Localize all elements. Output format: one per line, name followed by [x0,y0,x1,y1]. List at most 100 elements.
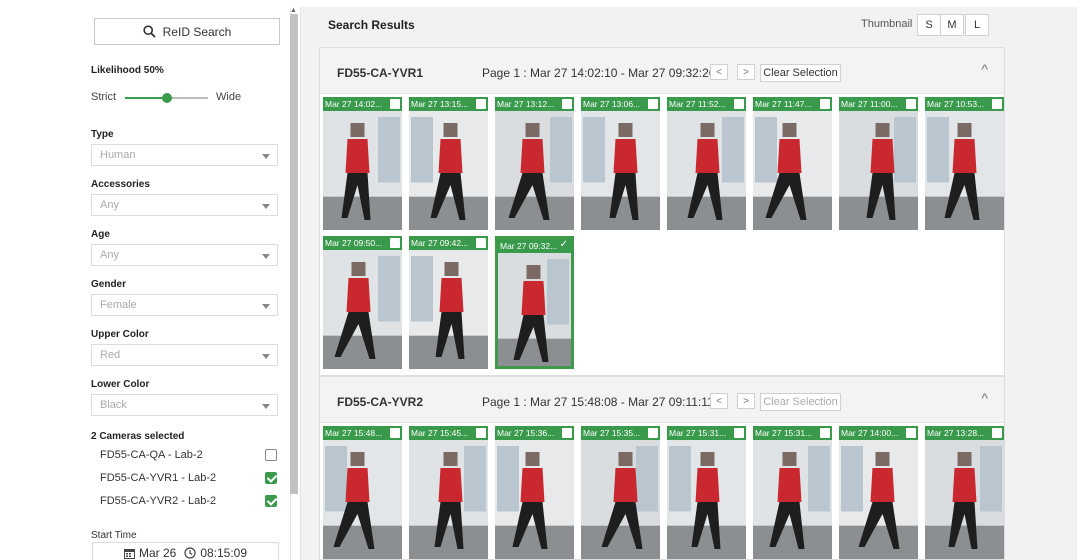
type-dropdown[interactable]: Human [91,144,278,166]
clock-icon [184,547,196,559]
person-image [753,440,832,559]
thumbnail-checkbox[interactable] [390,238,400,248]
upper-color-label: Upper Color [91,329,149,340]
thumbnail-timestamp: Mar 27 11:47... [753,97,832,111]
thumbnail-checkbox[interactable] [734,99,744,109]
thumbnail-checkbox[interactable] [562,428,572,438]
camera-group-fd55-ca-yvr1: FD55-CA-YVR1 Page 1 : Mar 27 14:02:10 - M… [319,47,1005,376]
next-page-button[interactable]: > [737,393,755,409]
thumbnail-timestamp: Mar 27 09:42... [409,236,488,250]
accessories-value: Any [100,199,119,211]
thumbnail-checkbox[interactable] [992,428,1002,438]
chevron-down-icon [262,154,270,159]
check-icon[interactable]: ✓ [560,239,568,252]
result-thumbnail[interactable]: Mar 27 09:50... [323,236,402,369]
thumbnail-timestamp: Mar 27 09:50... [323,236,402,250]
result-thumbnail[interactable]: Mar 27 13:06... [581,97,660,230]
slider-wide-label: Wide [216,91,242,103]
collapse-chevron-icon[interactable]: ^ [981,61,988,77]
thumbnail-checkbox[interactable] [476,99,486,109]
camera-checkbox[interactable] [265,495,277,507]
camera-row[interactable]: FD55-CA-YVR2 - Lab-2 [100,495,280,513]
result-thumbnail[interactable]: Mar 27 11:00... [839,97,918,230]
thumbnail-checkbox[interactable] [906,428,916,438]
thumbnail-checkbox[interactable] [390,99,400,109]
thumbnail-timestamp: Mar 27 15:36... [495,426,574,440]
scroll-up-arrow-icon[interactable]: ▲ [290,7,297,14]
result-thumbnail[interactable]: Mar 27 15:31... [667,426,746,559]
thumbnail-checkbox[interactable] [734,428,744,438]
result-thumbnail[interactable]: Mar 27 11:47... [753,97,832,230]
thumbnail-size-l-button[interactable]: L [965,14,989,36]
type-label: Type [91,129,114,140]
chevron-down-icon [262,254,270,259]
next-page-button[interactable]: > [737,64,755,80]
slider-fill [125,97,167,99]
camera-row[interactable]: FD55-CA-YVR1 - Lab-2 [100,472,280,490]
upper-color-dropdown[interactable]: Red [91,344,278,366]
likelihood-slider[interactable]: Strict Wide [91,90,281,106]
thumbnail-timestamp: Mar 27 15:48... [323,426,402,440]
timestamp-text: Mar 27 13:12... [497,99,555,109]
accessories-label: Accessories [91,179,150,190]
result-thumbnail[interactable]: Mar 27 15:36... [495,426,574,559]
result-thumbnail[interactable]: Mar 27 11:52... [667,97,746,230]
thumbnail-timestamp: Mar 27 13:15... [409,97,488,111]
result-thumbnail[interactable]: Mar 27 13:15... [409,97,488,230]
search-filter-panel: ReID Search Likelihood 50% Strict Wide T… [8,7,291,560]
thumbnail-checkbox[interactable] [562,99,572,109]
camera-checkbox[interactable] [265,472,277,484]
camera-name: FD55-CA-YVR1 [337,66,424,80]
thumbnail-checkbox[interactable] [476,238,486,248]
thumbnail-checkbox[interactable] [648,99,658,109]
camera-row[interactable]: FD55-CA-QA - Lab-2 [100,449,280,467]
thumbnail-timestamp: Mar 27 13:06... [581,97,660,111]
result-thumbnail[interactable]: Mar 27 15:45... [409,426,488,559]
result-thumbnail[interactable]: Mar 27 13:12... [495,97,574,230]
slider-thumb[interactable] [161,93,172,103]
result-thumbnail[interactable]: Mar 27 10:53... [925,97,1004,230]
clear-selection-button[interactable]: Clear Selection [760,64,841,82]
gender-dropdown[interactable]: Female [91,294,278,316]
timestamp-text: Mar 27 09:42... [411,238,469,248]
prev-page-button[interactable]: < [710,64,728,80]
person-image [323,111,402,230]
thumbnail-checkbox[interactable] [648,428,658,438]
camera-checkbox[interactable] [265,449,277,461]
result-thumbnail[interactable]: Mar 27 15:48... [323,426,402,559]
timestamp-text: Mar 27 15:48... [325,428,383,438]
start-time-field[interactable]: Mar 26 08:15:09 [92,542,279,560]
result-thumbnail[interactable]: Mar 27 15:31... [753,426,832,559]
result-thumbnail[interactable]: Mar 27 13:28... [925,426,1004,559]
timestamp-text: Mar 27 13:28... [927,428,985,438]
result-thumbnail[interactable]: Mar 27 14:02... [323,97,402,230]
clear-selection-button[interactable]: Clear Selection [760,393,841,411]
thumbnail-size-s-button[interactable]: S [917,14,941,36]
reid-search-button[interactable]: ReID Search [94,18,280,45]
thumbnail-checkbox[interactable] [992,99,1002,109]
accessories-dropdown[interactable]: Any [91,194,278,216]
collapse-chevron-icon[interactable]: ^ [981,390,988,406]
result-thumbnail[interactable]: Mar 27 09:32... ✓ [495,236,574,369]
prev-page-button[interactable]: < [710,393,728,409]
age-dropdown[interactable]: Any [91,244,278,266]
result-thumbnail[interactable]: Mar 27 14:00... [839,426,918,559]
thumbnail-checkbox[interactable] [906,99,916,109]
result-thumbnail[interactable]: Mar 27 09:42... [409,236,488,369]
thumbnail-size-m-button[interactable]: M [940,14,964,36]
slider-strict-label: Strict [91,91,117,103]
chevron-down-icon [262,404,270,409]
age-value: Any [100,249,119,261]
slider-track[interactable] [125,93,208,103]
camera-name: FD55-CA-YVR1 - Lab-2 [100,472,217,484]
upper-color-value: Red [100,349,121,361]
thumbnail-checkbox[interactable] [476,428,486,438]
person-image [581,111,660,230]
lower-color-dropdown[interactable]: Black [91,394,278,416]
filter-panel-scrollbar[interactable] [290,14,298,494]
thumbnail-checkbox[interactable] [820,428,830,438]
result-thumbnail[interactable]: Mar 27 15:35... [581,426,660,559]
thumbnail-checkbox[interactable] [390,428,400,438]
thumbnail-checkbox[interactable] [820,99,830,109]
reid-search-label: ReID Search [162,24,232,39]
